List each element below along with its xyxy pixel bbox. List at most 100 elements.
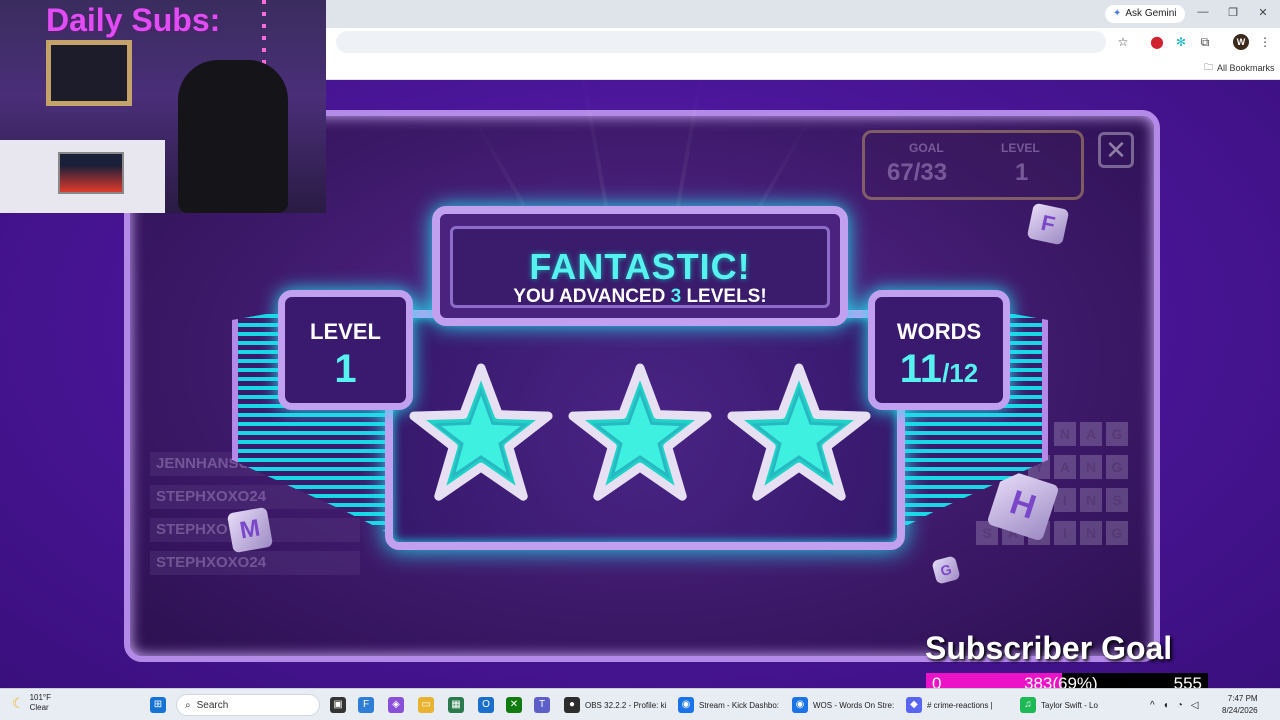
- pinned-app[interactable]: ◈: [388, 695, 404, 715]
- restore-icon[interactable]: ❐: [1224, 6, 1242, 19]
- start-button[interactable]: ⊞: [150, 695, 166, 715]
- pinned-app[interactable]: F: [358, 695, 374, 715]
- taskbar-search[interactable]: ⌕ Search: [176, 694, 320, 716]
- modal-subtitle: YOU ADVANCED 3 LEVELS!: [432, 286, 848, 308]
- copilot-icon: ◈: [388, 697, 404, 713]
- taskbar-app-spotify[interactable]: ♫ Taylor Swift - Lo: [1020, 695, 1098, 715]
- all-bookmarks-label: All Bookmarks: [1217, 63, 1275, 73]
- extension-red-icon[interactable]: ⬤: [1150, 35, 1164, 49]
- all-bookmarks-button[interactable]: 🗀 All Bookmarks: [1204, 60, 1275, 76]
- letter-tile: I: [1054, 521, 1076, 545]
- teams-icon: T: [534, 697, 550, 713]
- outlook-icon: O: [478, 697, 494, 713]
- obs-icon: ●: [564, 697, 580, 713]
- xbox-icon: ✕: [506, 697, 522, 713]
- file-app-icon: F: [358, 697, 374, 713]
- tray-mic-icon[interactable]: ◖: [1163, 700, 1169, 711]
- words-panel: WORDS 11/12: [868, 290, 1010, 410]
- letter-tile: N: [1080, 488, 1102, 512]
- level-label: LEVEL: [310, 319, 381, 344]
- folder-icon: 🗀: [1204, 62, 1214, 72]
- discord-icon: ◆: [906, 697, 922, 713]
- taskbar-app-discord[interactable]: ◆ # crime-reactions |: [906, 695, 993, 715]
- hud-level-label: LEVEL: [1001, 141, 1040, 155]
- player-name-row: STEPHXOXO24: [150, 551, 360, 575]
- pinned-app[interactable]: T: [534, 695, 550, 715]
- tray-chevron-icon[interactable]: ^: [1150, 700, 1155, 711]
- hud-level-value: 1: [1015, 159, 1029, 186]
- webcam-overlay: Daily Subs:: [0, 0, 326, 213]
- taskbar-app-label: WOS - Words On Stre:: [813, 700, 895, 710]
- words-count: 11/12: [875, 347, 1003, 392]
- pinned-app[interactable]: ▦: [448, 695, 464, 715]
- pinned-app[interactable]: ▭: [418, 695, 434, 715]
- electric-fireplace: [58, 152, 124, 194]
- file-explorer-icon: ▭: [418, 697, 434, 713]
- words-total: /12: [942, 358, 979, 388]
- task-view-icon: ▣: [330, 697, 346, 713]
- modal-title: FANTASTIC!: [529, 246, 751, 287]
- star-icon: [409, 363, 553, 501]
- taskbar-app-chrome-stream[interactable]: ◉ Stream - Kick Dashbo:: [678, 695, 779, 715]
- subscriber-goal-title: Subscriber Goal: [925, 630, 1173, 666]
- extension-teal-icon[interactable]: ✻: [1174, 35, 1188, 49]
- tray-volume-icon[interactable]: ◁: [1191, 700, 1199, 711]
- gemini-sparkle-icon: ✦: [1113, 8, 1122, 19]
- close-window-icon[interactable]: ✕: [1254, 6, 1272, 19]
- spotify-icon: ♫: [1020, 697, 1036, 713]
- minimize-icon[interactable]: —: [1194, 6, 1212, 18]
- task-view-button[interactable]: ▣: [330, 695, 346, 715]
- clock-date: 8/24/2026: [1222, 706, 1258, 715]
- weather-widget[interactable]: ☾ 101°F Clear: [12, 693, 51, 713]
- chrome-icon: ◉: [792, 697, 808, 713]
- bookmark-star-icon[interactable]: ☆: [1116, 35, 1130, 49]
- level-panel: LEVEL 1: [278, 290, 413, 410]
- letter-tile: G: [1106, 422, 1128, 446]
- letter-tile: G: [1106, 455, 1128, 479]
- star-icon: [568, 363, 712, 501]
- moon-weather-icon: ☾: [12, 694, 25, 711]
- taskbar-clock[interactable]: 7:47 PM 8/24/2026: [1222, 693, 1258, 717]
- system-tray[interactable]: ^ ◖ ◔ ◁: [1150, 695, 1199, 715]
- taskbar-search-label: Search: [196, 699, 229, 711]
- goal-label: GOAL: [909, 141, 944, 155]
- address-bar[interactable]: [336, 31, 1106, 53]
- words-found: 11: [899, 347, 943, 391]
- level-value: 1: [334, 347, 357, 391]
- taskbar-app-obs[interactable]: ● OBS 32.2.2 - Profile: ki: [564, 695, 666, 715]
- star-icon: [727, 363, 871, 501]
- search-icon: ⌕: [185, 699, 191, 711]
- letter-tile: G: [1106, 521, 1128, 545]
- taskbar-app-label: OBS 32.2.2 - Profile: ki: [585, 700, 667, 710]
- letter-tile: N: [1080, 455, 1102, 479]
- close-game-icon[interactable]: ✕: [1098, 132, 1134, 168]
- pinned-app[interactable]: O: [478, 695, 494, 715]
- letter-tile: S: [1106, 488, 1128, 512]
- letter-tile: A: [1080, 422, 1102, 446]
- subtitle-prefix: YOU ADVANCED: [513, 286, 666, 307]
- ask-gemini-button[interactable]: ✦ Ask Gemini: [1105, 5, 1185, 23]
- letter-tile: N: [1054, 422, 1076, 446]
- weather-condition: Clear: [29, 703, 49, 712]
- extensions-puzzle-icon[interactable]: ⧉: [1198, 35, 1212, 49]
- taskbar-app-chrome-wos[interactable]: ◉ WOS - Words On Stre:: [792, 695, 894, 715]
- letter-tile: A: [1054, 455, 1076, 479]
- daily-subs-title: Daily Subs:: [46, 2, 221, 38]
- subtitle-suffix: LEVELS!: [686, 286, 767, 307]
- taskbar-app-label: Taylor Swift - Lo: [1041, 700, 1098, 710]
- windows-taskbar: ☾ 101°F Clear ⊞ ⌕ Search ▣ F ◈ ▭ ▦ O ✕ T…: [0, 688, 1280, 720]
- wall-frame: [46, 40, 132, 106]
- letter-tile: N: [1080, 521, 1102, 545]
- tray-network-icon[interactable]: ◔: [1177, 700, 1183, 711]
- pinned-app[interactable]: ✕: [506, 695, 522, 715]
- gaming-chair: [178, 60, 288, 213]
- subtitle-count: 3: [670, 286, 682, 307]
- taskbar-app-label: # crime-reactions |: [927, 700, 993, 710]
- browser-menu-icon[interactable]: ⋮: [1258, 35, 1272, 49]
- windows-logo-icon: ⊞: [150, 697, 166, 713]
- words-label: WORDS: [896, 319, 982, 344]
- floating-letter-cube: F: [1026, 202, 1070, 246]
- weather-temp: 101°F: [29, 693, 51, 702]
- profile-avatar[interactable]: W: [1233, 34, 1249, 50]
- floating-letter-cube: M: [226, 506, 274, 554]
